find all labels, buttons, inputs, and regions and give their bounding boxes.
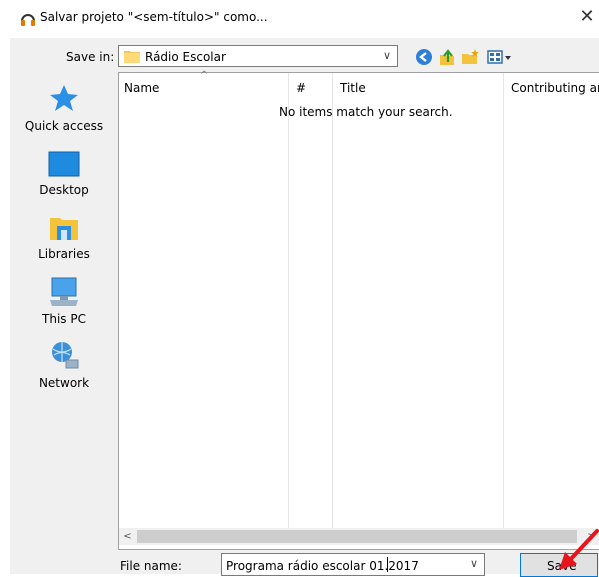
scroll-left-icon[interactable]: < <box>119 528 136 545</box>
libraries-icon <box>50 218 78 240</box>
chevron-down-icon[interactable]: ∨ <box>380 47 394 65</box>
place-label: Network <box>38 376 90 390</box>
view-menu-icon[interactable] <box>486 47 514 67</box>
scrollbar-thumb[interactable] <box>137 530 577 543</box>
close-button[interactable]: ✕ <box>578 6 596 28</box>
red-annotation-arrow-icon <box>559 529 599 570</box>
place-label: This PC <box>42 312 86 326</box>
place-label: Libraries <box>38 247 90 261</box>
folder-icon <box>124 51 140 63</box>
column-header-name[interactable]: Name <box>124 81 159 95</box>
file-name-value: Programa rádio escolar 01.2017 <box>226 559 419 573</box>
this-pc-icon <box>50 277 78 306</box>
file-name-label: File name: <box>120 559 182 573</box>
up-folder-icon[interactable] <box>437 47 457 67</box>
column-divider <box>503 73 504 528</box>
column-divider <box>288 73 289 528</box>
place-network[interactable]: Network <box>16 340 112 392</box>
save-in-value: Rádio Escolar <box>145 50 226 64</box>
column-divider <box>332 73 333 528</box>
empty-list-message: No items match your search. <box>279 105 453 119</box>
column-header-contributing-artists[interactable]: Contributing ar <box>511 81 599 95</box>
file-list-view[interactable] <box>118 72 599 550</box>
text-caret <box>387 557 388 572</box>
place-this-pc[interactable]: This PC <box>16 276 112 328</box>
desktop-icon <box>48 151 80 177</box>
column-header-title[interactable]: Title <box>340 81 366 95</box>
place-quick-access[interactable]: Quick access <box>16 82 112 137</box>
place-libraries[interactable]: Libraries <box>16 212 112 264</box>
back-icon[interactable] <box>414 47 434 67</box>
chevron-down-icon[interactable]: ∨ <box>466 555 482 573</box>
window-title: Salvar projeto "<sem-título>" como... <box>40 10 268 24</box>
column-header-number[interactable]: # <box>296 81 306 95</box>
place-label: Quick access <box>24 119 104 133</box>
quick-access-star-icon <box>50 85 78 111</box>
save-in-label: Save in: <box>66 50 115 64</box>
new-folder-icon[interactable] <box>460 47 480 67</box>
network-icon <box>52 342 79 369</box>
place-label: Desktop <box>39 183 89 197</box>
sort-ascending-icon: ^ <box>200 70 209 81</box>
headphones-app-icon <box>21 14 35 26</box>
place-desktop[interactable]: Desktop <box>16 150 112 202</box>
